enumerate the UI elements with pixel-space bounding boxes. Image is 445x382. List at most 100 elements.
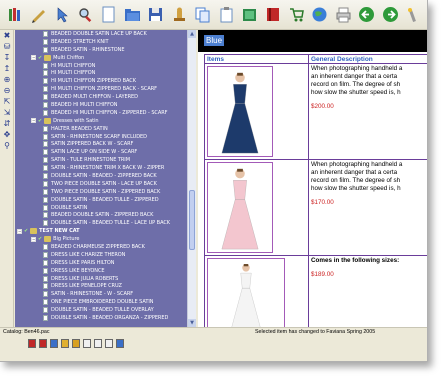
pdf-icon[interactable] — [28, 338, 36, 348]
scroll-down-icon[interactable]: ▼ — [188, 319, 196, 327]
tree-category[interactable]: − ✔ TEST NEW CAT — [15, 227, 187, 235]
tree-tool-icon[interactable]: ✖ — [1, 30, 13, 41]
tree-item-label: DRESS LIKE PARIS HILTON — [51, 259, 115, 266]
book-icon[interactable] — [240, 5, 258, 25]
pdf-icon[interactable] — [39, 338, 47, 348]
tree-item[interactable]: DOUBLE SATIN - BEADED TULLE - ZIPPERED — [15, 196, 187, 204]
doc-icon[interactable] — [83, 338, 91, 348]
dress-photo[interactable] — [207, 162, 273, 253]
tree-item[interactable]: DRESS LIKE PARIS HILTON — [15, 259, 187, 267]
tree-category[interactable]: − ✔ Dresses with Satin — [15, 117, 187, 125]
cart-icon[interactable] — [287, 5, 305, 25]
scroll-thumb[interactable] — [189, 190, 195, 250]
app-window: ✖ ⛁ ↧ ↥ ⊕ ⊖ ⇱ ⇲ ⇵ ✥ ⚲ BEADED DOUBLE SATIN LACE UP … — [0, 0, 428, 362]
tree-item[interactable]: DOUBLE SATIN - BEADED ORGANZA - ZIPPERED — [15, 314, 187, 322]
scroll-up-icon[interactable]: ▲ — [188, 30, 196, 38]
tree-item-label: HI MULTI CHIFFON — [51, 70, 96, 77]
stamp-icon[interactable] — [170, 5, 188, 25]
tree-item[interactable]: HALTER BEADED SATIN — [15, 125, 187, 133]
description-line: an inherent danger that a certa — [311, 73, 398, 80]
folder-icon[interactable] — [61, 338, 69, 348]
table-row[interactable]: When photographing handheld a an inherent… — [204, 160, 427, 256]
cursor-icon[interactable] — [53, 5, 71, 25]
tree-item[interactable]: SATIN ZIPPERED BACK W - SCARF — [15, 140, 187, 148]
collapse-toggle-icon[interactable]: − — [17, 228, 22, 234]
tree-tool-icon[interactable]: ↥ — [1, 63, 13, 74]
tree-item[interactable]: HI MULTI CHIFFON — [15, 69, 187, 77]
pencil-icon[interactable] — [29, 5, 47, 25]
tree-item[interactable]: TWO PIECE DOUBLE SATIN - ZIPPERED BACK — [15, 188, 187, 196]
tree-tool-icon[interactable]: ⇵ — [1, 118, 13, 129]
grid-icon[interactable] — [116, 338, 124, 348]
catalog-tree[interactable]: BEADED DOUBLE SATIN LACE UP BACK BEADED S… — [15, 30, 187, 327]
table-row[interactable]: When photographing handheld a an inherent… — [204, 64, 427, 160]
tree-item[interactable]: BEADED SATIN - RHINESTONE — [15, 46, 187, 54]
tree-item[interactable]: ONE PIECE EMBROIDERED DOUBLE SATIN — [15, 298, 187, 306]
collapse-toggle-icon[interactable]: − — [31, 118, 36, 124]
document-icon — [43, 125, 48, 132]
tree-tool-icon[interactable]: ⇱ — [1, 96, 13, 107]
tree-item[interactable]: HI MULTI CHIFFON ZIPPERED BACK - SCARF — [15, 85, 187, 93]
tree-item[interactable]: HI MULTI CHIFFON — [15, 62, 187, 70]
tree-item[interactable]: HI MULTI CHIFFON ZIPPERED BACK — [15, 77, 187, 85]
tree-item[interactable]: SATIN LACE UP ON SIDE W - SCARF — [15, 148, 187, 156]
tree-item-label: BEADED STRETCH KNIT — [51, 38, 109, 45]
back-arrow-icon[interactable] — [358, 5, 376, 25]
tree-item[interactable]: DOUBLE SATIN — [15, 204, 187, 212]
tree-item[interactable]: BEADED CHARMEUSE ZIPPERED BACK — [15, 243, 187, 251]
tree-item[interactable]: DRESS LIKE PENELOPE CRUZ — [15, 283, 187, 291]
tree-tool-icon[interactable]: ⊖ — [1, 85, 13, 96]
tiles-icon[interactable] — [50, 338, 58, 348]
forward-arrow-icon[interactable] — [381, 5, 399, 25]
tree-item[interactable]: DOUBLE SATIN - BEADED TULLE - LACE UP BA… — [15, 219, 187, 227]
tree-item[interactable]: BEADED HI MULTI CHIFFON - ZIPPERED - SCA… — [15, 109, 187, 117]
search-icon[interactable] — [76, 5, 94, 25]
tree-item[interactable]: SATIN - RHINESTONE SCARF INCLUDED — [15, 133, 187, 141]
wand-icon[interactable] — [404, 5, 422, 25]
tree-item[interactable]: BEADED DOUBLE SATIN - ZIPPERED BACK — [15, 211, 187, 219]
tree-tool-icon[interactable]: ✥ — [1, 129, 13, 140]
dress-photo[interactable] — [207, 258, 285, 327]
tree-tool-icon[interactable]: ⊕ — [1, 74, 13, 85]
open-folder-icon[interactable] — [123, 5, 141, 25]
collapse-toggle-icon[interactable]: − — [31, 236, 36, 242]
books-icon[interactable] — [6, 5, 24, 25]
copy-icon[interactable] — [194, 5, 212, 25]
red-book-icon[interactable] — [264, 5, 282, 25]
tree-item[interactable]: SATIN - TULE RHINESTONE TRIM — [15, 156, 187, 164]
check-icon: ✔ — [38, 117, 43, 124]
tree-item[interactable]: SATIN - RHINESTONE TRIM X BACK W - ZIPPE… — [15, 164, 187, 172]
save-disk-icon[interactable] — [147, 5, 165, 25]
globe-icon[interactable] — [311, 5, 329, 25]
paste-icon[interactable] — [217, 5, 235, 25]
tree-item[interactable]: BEADED HI MULTI CHIFFON — [15, 101, 187, 109]
dress-photo[interactable] — [207, 66, 273, 157]
tree-category[interactable]: − ✔ Multi Chiffon — [15, 54, 187, 62]
doc-icon[interactable] — [94, 338, 102, 348]
tree-tool-icon[interactable]: ↧ — [1, 52, 13, 63]
tree-item[interactable]: DRESS LIKE CHARIZE THERON — [15, 251, 187, 259]
tree-tool-icon[interactable]: ⚲ — [1, 140, 13, 151]
key-icon[interactable] — [72, 338, 80, 348]
collapse-toggle-icon[interactable]: − — [31, 55, 36, 61]
tree-item[interactable]: SATIN - RHINESTONE - W - SCARF — [15, 290, 187, 298]
tree-item[interactable]: TWO PIECE DOUBLE SATIN - LACE UP BACK — [15, 180, 187, 188]
description-line: When photographing handheld a — [311, 65, 403, 72]
table-row[interactable]: Comes in the following sizes: $189.00 — [204, 256, 427, 327]
tree-item[interactable]: DRESS LIKE JULIA ROBERTS — [15, 275, 187, 283]
tree-item[interactable]: BEADED MULTI CHIFFON - LAYERED — [15, 93, 187, 101]
printer-icon[interactable] — [334, 5, 352, 25]
tree-item[interactable]: BEADED DOUBLE SATIN LACE UP BACK — [15, 30, 187, 38]
tree-item[interactable]: DOUBLE SATIN - BEADED TULLE OVERLAY — [15, 306, 187, 314]
document-icon — [43, 78, 48, 85]
tree-scrollbar[interactable]: ▲ ▼ — [187, 30, 196, 327]
tree-tool-icon[interactable]: ⛁ — [1, 41, 13, 52]
blank-page-icon[interactable] — [100, 5, 118, 25]
tree-tool-icon[interactable]: ⇲ — [1, 107, 13, 118]
doc-icon[interactable] — [105, 338, 113, 348]
tree-item[interactable]: DRESS LIKE BEYONCE — [15, 267, 187, 275]
tree-item[interactable]: BEADED STRETCH KNIT — [15, 38, 187, 46]
tree-category[interactable]: − ✔ Big Picture — [15, 235, 187, 243]
tree-item-label: ONE PIECE EMBROIDERED DOUBLE SATIN — [51, 299, 154, 306]
tree-item[interactable]: DOUBLE SATIN - BEADED - ZIPPERED BACK — [15, 172, 187, 180]
